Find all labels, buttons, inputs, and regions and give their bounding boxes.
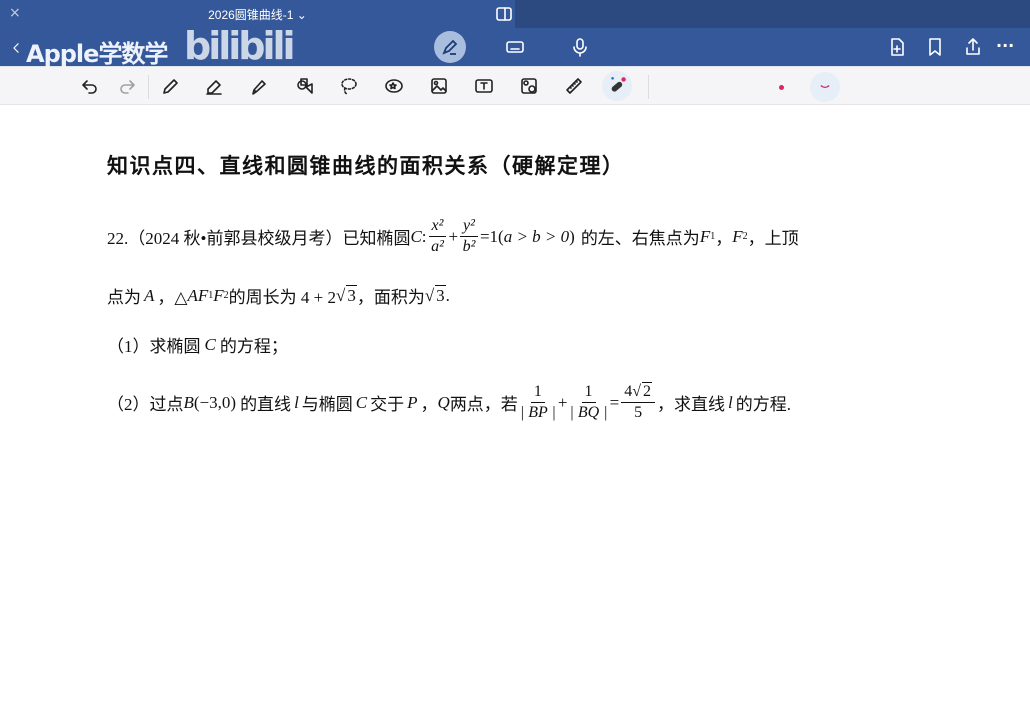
math-text: | BQ |	[569, 404, 608, 421]
math-text: A	[144, 285, 155, 305]
lasso-icon[interactable]	[337, 74, 361, 98]
math-text: 与椭圆	[301, 395, 353, 414]
math-text: 的方程.	[735, 395, 791, 414]
keyboard-icon[interactable]	[503, 35, 527, 59]
math-text: 交于	[370, 395, 405, 414]
math-text: 1	[581, 382, 596, 403]
math-text: ，	[715, 229, 733, 248]
math-text: 的直线	[240, 395, 292, 414]
math-text: 2	[641, 382, 652, 400]
math-text: 的周长为 4 + 2	[228, 288, 336, 307]
sub-question-2: （2）过点 B (−3,0) 的直线 l 与椭圆 C 交于 P， Q 两点，若 1 | BP …	[107, 382, 791, 423]
text-box-icon[interactable]	[472, 74, 496, 98]
math-text: l	[727, 392, 733, 412]
math-text: ，△	[157, 288, 188, 307]
math-text: ，面积为	[356, 288, 425, 307]
microphone-icon[interactable]	[568, 35, 592, 59]
watermark-text: Apple学数学	[26, 40, 168, 68]
text: :	[421, 226, 427, 246]
sqrt-sign: √	[424, 285, 435, 305]
back-icon[interactable]	[8, 36, 24, 60]
math-var: F	[732, 226, 743, 246]
scan-icon[interactable]	[517, 74, 541, 98]
pen-icon	[442, 39, 458, 55]
fraction-4sqrt2-5: 4√ 2 5	[621, 382, 655, 423]
pen-mode-button[interactable]	[434, 31, 466, 63]
math-text: a²	[431, 238, 444, 255]
collapse-toolbar-button[interactable]	[810, 72, 840, 102]
eraser-icon[interactable]	[202, 74, 226, 98]
text: +	[448, 226, 459, 246]
math-text: 4	[624, 383, 633, 400]
math-text: AF	[187, 285, 209, 305]
math-text: | BP |	[519, 404, 556, 421]
fraction-1-bp: 1 | BP |	[520, 382, 556, 423]
image-icon[interactable]	[427, 74, 451, 98]
redo-icon[interactable]	[115, 74, 139, 98]
math-text: F	[213, 285, 224, 305]
math-text: +	[557, 392, 568, 412]
math-text: 两点，若	[449, 395, 518, 414]
math-text: (−3,0)	[193, 392, 237, 412]
problem-line-2: 点为 A ，△ AF 1 F 2 的周长为 4 + 2 √ 3 ，面积为 √ 3.	[107, 283, 450, 308]
math-text: （1）求椭圆	[107, 337, 201, 356]
sticker-icon[interactable]	[382, 74, 406, 98]
share-icon[interactable]	[961, 35, 985, 59]
math-cond: a > b > 0	[503, 226, 570, 246]
shapes-icon[interactable]	[293, 74, 317, 98]
section-heading: 知识点四、直线和圆锥曲线的面积关系（硬解定理）	[107, 153, 625, 178]
pen-icon[interactable]	[158, 74, 182, 98]
math-text: x²	[428, 216, 447, 237]
math-text: 3	[435, 285, 446, 305]
math-text: 3	[346, 285, 357, 305]
math-text: 的方程；	[219, 337, 288, 356]
more-icon[interactable]: ···	[996, 36, 1014, 55]
math-text: y²	[460, 216, 478, 237]
sub-question-1: （1）求椭圆 C 的方程；	[107, 332, 288, 357]
fraction-x2-a2: x² a²	[428, 216, 447, 257]
math-text: l	[294, 392, 299, 412]
drawing-toolbar	[0, 66, 1030, 105]
ruler-icon[interactable]	[562, 74, 586, 98]
bookmark-icon[interactable]	[923, 35, 947, 59]
math-text: Q	[437, 392, 450, 412]
math-text: b²	[462, 238, 476, 255]
text: 的左、右焦点为	[580, 229, 700, 248]
add-page-icon[interactable]	[885, 35, 909, 59]
math-text: （2）过点	[107, 395, 184, 414]
bilibili-logo: bilibili	[184, 24, 296, 68]
fraction-1-bq: 1 | BQ |	[569, 382, 607, 423]
text: ，上顶	[747, 229, 799, 248]
highlighter-icon[interactable]	[247, 74, 271, 98]
math-text: ，求直线	[656, 395, 725, 414]
math-text: =	[609, 392, 620, 412]
text: =1(	[479, 226, 504, 246]
math-var: F	[699, 226, 711, 246]
status-bar: × 2026圆锥曲线-1 ⌄	[0, 0, 1030, 28]
navigation-bar: bilibili Apple学数学 ···	[0, 24, 1030, 68]
laser-pointer-icon	[611, 76, 626, 92]
math-text: B	[183, 392, 194, 412]
color-dot[interactable]	[779, 85, 784, 90]
fraction-y2-b2: y² b²	[460, 216, 478, 257]
split-view-icon[interactable]	[492, 2, 516, 26]
problem-line-1: 22.（2024 秋•前郭县校级月考）已知椭圆 C: x² a² + y² b² =…	[107, 216, 799, 257]
chevron-down-icon	[820, 85, 830, 88]
math-text: 点为	[107, 288, 141, 307]
laser-pointer-button[interactable]	[602, 71, 632, 101]
text: 22.（2024 秋•前郭县校级月考）已知椭圆	[107, 229, 411, 248]
math-text: 1	[530, 382, 545, 403]
math-text: C	[355, 392, 368, 412]
math-text: ，	[420, 395, 438, 414]
math-text: P	[407, 392, 418, 412]
math-text: C	[204, 334, 216, 354]
text: )	[569, 226, 575, 246]
math-text: 5	[634, 404, 643, 421]
sqrt-sign: √	[335, 285, 346, 305]
document-title[interactable]: 2026圆锥曲线-1 ⌄	[0, 6, 515, 23]
undo-icon[interactable]	[78, 74, 102, 98]
math-var: C	[410, 226, 422, 246]
math-text: .	[445, 285, 450, 305]
